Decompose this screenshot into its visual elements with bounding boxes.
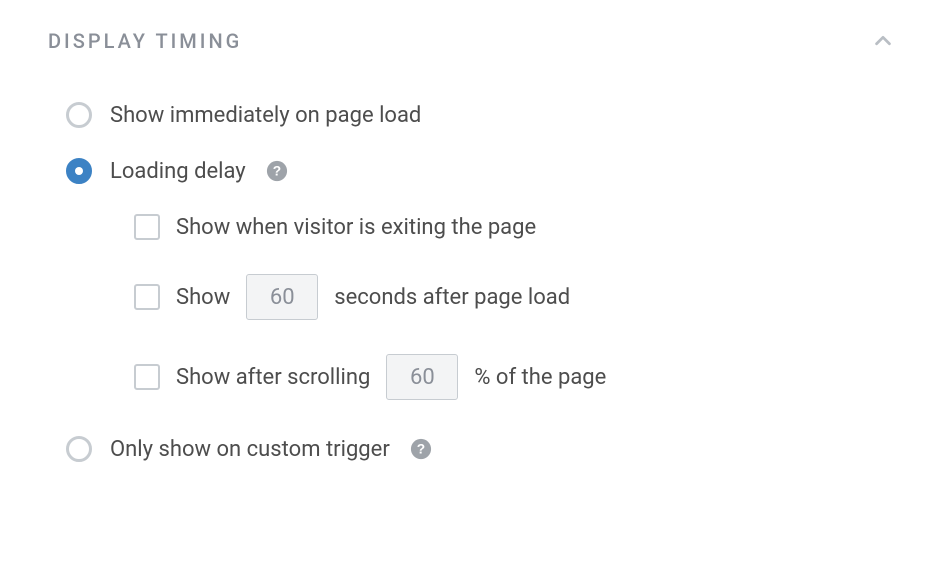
help-icon[interactable]: ? <box>266 160 288 182</box>
section-title: DISPLAY TIMING <box>48 29 242 53</box>
radio-loading-delay[interactable] <box>66 158 92 184</box>
display-timing-panel: DISPLAY TIMING Show immediately on page … <box>0 0 936 512</box>
option-loading-delay[interactable]: Loading delay ? <box>66 158 896 184</box>
option-label: Loading delay <box>110 159 246 184</box>
scroll-prefix: Show after scrolling <box>176 365 370 390</box>
checkbox-seconds-delay[interactable] <box>134 284 160 310</box>
scroll-suffix: % of the page <box>474 365 606 390</box>
option-label: Show immediately on page load <box>110 103 421 128</box>
option-show-immediately[interactable]: Show immediately on page load <box>66 102 896 128</box>
loading-delay-sub-options: Show when visitor is exiting the page Sh… <box>66 214 896 400</box>
checkbox-scroll-percent[interactable] <box>134 364 160 390</box>
sub-option-exit-intent[interactable]: Show when visitor is exiting the page <box>134 214 896 240</box>
option-label: Only show on custom trigger <box>110 437 390 462</box>
svg-text:?: ? <box>417 442 425 457</box>
option-custom-trigger[interactable]: Only show on custom trigger ? <box>66 436 896 462</box>
scroll-input[interactable] <box>386 354 458 400</box>
radio-custom-trigger[interactable] <box>66 436 92 462</box>
checkbox-exit-intent[interactable] <box>134 214 160 240</box>
radio-show-immediately[interactable] <box>66 102 92 128</box>
options-list: Show immediately on page load Loading de… <box>48 102 896 462</box>
svg-text:?: ? <box>273 164 281 179</box>
sub-option-seconds-delay[interactable]: Show seconds after page load <box>134 274 896 320</box>
seconds-input[interactable] <box>246 274 318 320</box>
help-icon[interactable]: ? <box>410 438 432 460</box>
section-header[interactable]: DISPLAY TIMING <box>48 28 896 54</box>
sub-option-scroll-percent[interactable]: Show after scrolling % of the page <box>134 354 896 400</box>
seconds-suffix: seconds after page load <box>334 285 570 310</box>
chevron-up-icon[interactable] <box>870 28 896 54</box>
seconds-prefix: Show <box>176 285 230 310</box>
sub-option-label: Show when visitor is exiting the page <box>176 215 536 240</box>
